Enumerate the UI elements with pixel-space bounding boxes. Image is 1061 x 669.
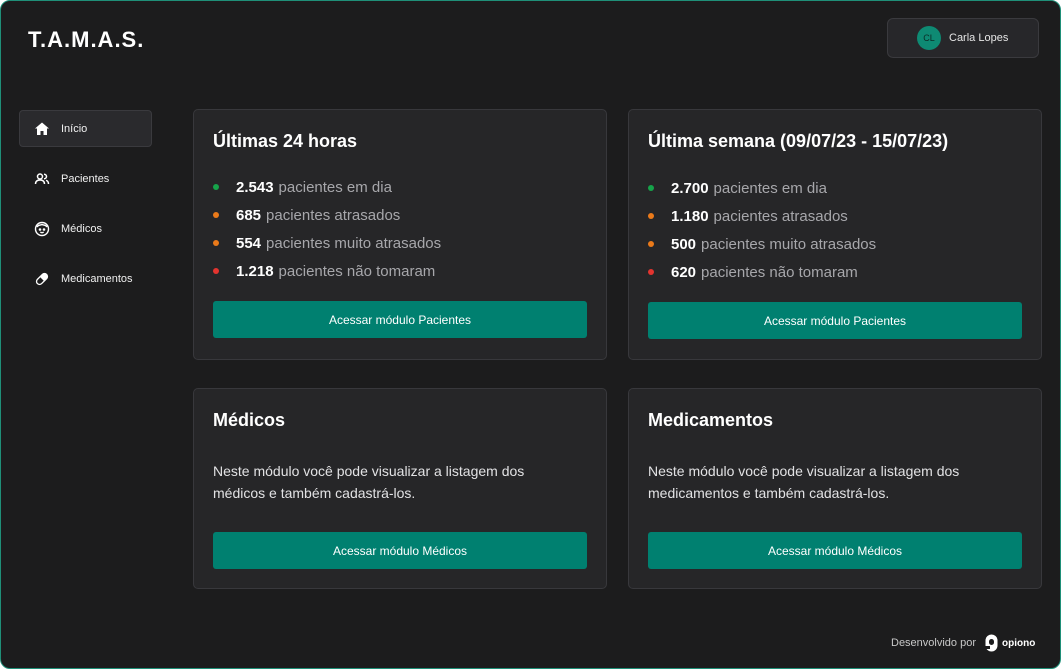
stat-value: 620 (671, 263, 697, 281)
avatar: CL (917, 26, 941, 50)
users-icon (33, 170, 51, 188)
sidebar-item-medicos[interactable]: Médicos (19, 210, 152, 247)
app-window: T.A.M.A.S. CL Carla Lopes Início Pacient… (0, 0, 1061, 669)
status-dot-orange (648, 241, 654, 247)
home-icon (33, 120, 51, 138)
sidebar-item-inicio[interactable]: Início (19, 110, 152, 147)
access-doctors-button[interactable]: Acessar módulo Médicos (213, 532, 587, 569)
status-dot-orange (213, 212, 219, 218)
card-title: Medicamentos (648, 410, 774, 430)
sidebar: Início Pacientes Médicos Medicamentos (19, 110, 152, 310)
stat-value: 2.543 (236, 178, 274, 196)
user-menu-button[interactable]: CL Carla Lopes (887, 18, 1039, 58)
stat-value: 500 (671, 235, 697, 253)
stat-on-time: 2.543 pacientes em dia (213, 173, 441, 201)
pill-icon (33, 270, 51, 288)
status-dot-orange (213, 240, 219, 246)
card-description: Neste módulo você pode visualizar a list… (648, 463, 960, 501)
app-logo: T.A.M.A.S. (28, 27, 145, 52)
sidebar-item-pacientes[interactable]: Pacientes (19, 160, 152, 197)
stat-label: pacientes muito atrasados (701, 235, 877, 253)
status-dot-red (213, 268, 219, 274)
stat-label: pacientes atrasados (266, 206, 401, 224)
footer-label: Desenvolvido por (891, 637, 976, 649)
stat-very-late: 554 pacientes muito atrasados (213, 229, 441, 257)
card-last-24-hours: Últimas 24 horas 2.543 pacientes em dia … (193, 109, 607, 360)
card-title: Última semana (09/07/23 - 15/07/23) (648, 131, 949, 151)
stat-on-time: 2.700 pacientes em dia (648, 174, 876, 202)
stat-label: pacientes não tomaram (701, 263, 858, 281)
stat-very-late: 500 pacientes muito atrasados (648, 230, 876, 258)
stat-not-taken: 1.218 pacientes não tomaram (213, 257, 441, 285)
opiono-logo-icon (985, 634, 998, 652)
card-description: Neste módulo você pode visualizar a list… (213, 463, 525, 501)
status-dot-green (213, 184, 219, 190)
access-medications-button[interactable]: Acessar módulo Médicos (648, 532, 1022, 569)
access-patients-button[interactable]: Acessar módulo Pacientes (648, 302, 1022, 339)
footer-credit: Desenvolvido por opiono (891, 634, 1035, 652)
card-medications: Medicamentos Neste módulo você pode visu… (628, 388, 1042, 589)
sidebar-item-label: Médicos (61, 222, 102, 235)
stat-not-taken: 620 pacientes não tomaram (648, 258, 876, 286)
stat-label: pacientes atrasados (713, 207, 848, 225)
sidebar-item-label: Pacientes (61, 172, 110, 185)
stat-label: pacientes não tomaram (278, 262, 436, 280)
card-last-week: Última semana (09/07/23 - 15/07/23) 2.70… (628, 109, 1042, 360)
card-doctors: Médicos Neste módulo você pode visualiza… (193, 388, 607, 589)
status-dot-red (648, 269, 654, 275)
stat-value: 554 (236, 234, 262, 252)
status-dot-orange (648, 213, 654, 219)
stat-value: 2.700 (671, 179, 709, 197)
footer-brand: opiono (1002, 637, 1036, 649)
doctor-face-icon (33, 220, 51, 238)
stat-label: pacientes em dia (713, 179, 827, 197)
stat-value: 1.218 (236, 262, 274, 280)
stats-list: 2.700 pacientes em dia 1.180 pacientes a… (648, 174, 876, 286)
status-dot-green (648, 185, 654, 191)
card-title: Médicos (213, 410, 286, 430)
stat-value: 1.180 (671, 207, 709, 225)
user-name: Carla Lopes (949, 32, 1009, 44)
card-title: Últimas 24 horas (213, 131, 358, 151)
stat-late: 685 pacientes atrasados (213, 201, 441, 229)
stat-value: 685 (236, 206, 262, 224)
stat-late: 1.180 pacientes atrasados (648, 202, 876, 230)
sidebar-item-label: Início (61, 122, 88, 135)
access-patients-button[interactable]: Acessar módulo Pacientes (213, 301, 587, 338)
stats-list: 2.543 pacientes em dia 685 pacientes atr… (213, 173, 441, 285)
stat-label: pacientes muito atrasados (266, 234, 442, 252)
stat-label: pacientes em dia (278, 178, 392, 196)
sidebar-item-label: Medicamentos (61, 272, 133, 285)
sidebar-item-medicamentos[interactable]: Medicamentos (19, 260, 152, 297)
